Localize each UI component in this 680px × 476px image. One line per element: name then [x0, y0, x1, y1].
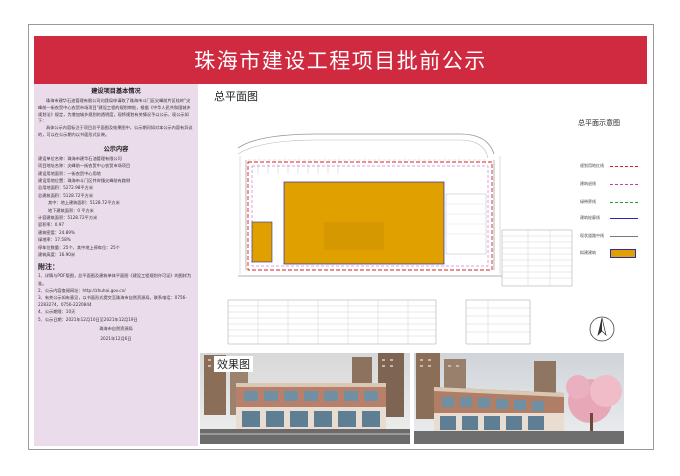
field-list: 建设单位名称：珠海市建华石油管理有限公司 项目地址名称：尖峰前一街农贸中心农贸市… — [34, 155, 198, 259]
field-item: 建设单位名称：珠海市建华石油管理有限公司 — [38, 155, 122, 161]
north-arrow-icon — [588, 315, 616, 347]
field-item: 绿地率：17.58% — [38, 237, 71, 243]
field-item: 项目地址名称：尖峰前一街农贸中心农贸市场项目 — [38, 163, 131, 169]
siteplan-title: 总平面图 — [214, 90, 258, 103]
legend-item: 建筑轮廓线 — [580, 212, 644, 224]
legend-swatch — [610, 217, 638, 219]
field-item: 容积率：0.97 — [38, 222, 65, 228]
field-item: 建筑高度：16.90米 — [38, 252, 76, 258]
field-item: 其中：地上建筑面积：5128.72平方米 — [48, 200, 120, 206]
note-item: 2、公示内容查阅网址：http://zhuhai.gov.cn/ — [38, 287, 126, 293]
legend-label: 现状道路中线 — [580, 233, 604, 238]
legend-swatch — [610, 183, 638, 185]
field-item: 建设用地面积：一街农贸中心用地 — [38, 170, 101, 176]
title-banner: 珠海市建设工程项目批前公示 — [34, 36, 647, 84]
field-item: 计容建筑面积：5128.72平方米 — [38, 215, 98, 221]
note-item: 4、公示期限：10天 — [38, 309, 76, 315]
note-item: 5、公示日期：2021年12月10日至2021年12月19日 — [38, 316, 138, 322]
legend-item: 建筑退线 — [580, 178, 644, 190]
note-item: 1、详情与PDF版图，总平面图及建筑单体平面图《建设工程规划许可证》的图样为准。 — [38, 273, 192, 286]
legend-item: 现状道路中线 — [580, 230, 644, 242]
legend-label: 绿带界线 — [580, 199, 596, 204]
legend-label: 建筑轮廓线 — [580, 215, 600, 220]
field-item: 地下建筑面积：0 平方米 — [48, 207, 94, 213]
legend-title: 总平面示意图 — [578, 119, 620, 127]
field-item: 建设用地位置：珠海市斗门区井岸镇尖峰前有路侧 — [38, 178, 131, 183]
site-plan-drawing — [198, 104, 647, 348]
notes-heading: 附注： — [38, 263, 59, 272]
legend-item: 拟建建筑 — [580, 247, 644, 259]
render-image-2 — [414, 353, 624, 444]
basic-heading: 建设项目基本情况 — [91, 88, 141, 95]
notes-list: 1、详情与PDF版图，总平面图及建筑单体平面图《建设工程规划许可证》的图样为准。… — [34, 272, 198, 322]
legend-label: 拟建建筑 — [580, 250, 596, 255]
field-item: 停车位数量：25个，其中地上停车位：25个 — [38, 244, 120, 250]
basic-paragraph-1: 珠海市建华石油管理有限公司向我局申请取了珠海市斗门区尖峰前片区桂岭"尖峰前一街农… — [38, 98, 191, 124]
legend-swatch — [610, 235, 638, 237]
legend-swatch — [610, 248, 636, 258]
legend-item: 绿带界线 — [580, 196, 644, 208]
field-item: 总用地面积：5272.98平方米 — [38, 185, 94, 191]
legend-label: 规划用地红线 — [580, 163, 604, 168]
legend-swatch — [610, 201, 638, 203]
issuer: 珠海市自然资源局 — [99, 325, 133, 331]
site-plan-svg — [227, 133, 573, 345]
basic-paragraph-2: 具体公示内容标注于项目总平面图及效果图中，公示期间如对本公示内容有异议的，可以在… — [38, 125, 193, 137]
renders-title: 效果图 — [214, 356, 253, 372]
page-title: 珠海市建设工程项目批前公示 — [194, 49, 487, 73]
issue-date: 2021年12月6日 — [100, 335, 132, 341]
note-item: 3、有关公示如有意见，以书面形式提交至珠海市自然资源局，联系电话：0756-22… — [38, 295, 187, 308]
field-item: 总建筑面积：5128.72平方米 — [38, 192, 94, 198]
field-item: 建筑密度：24.89% — [38, 229, 75, 235]
legend-item: 规划用地红线 — [580, 160, 644, 172]
info-panel: 建设项目基本情况 珠海市建华石油管理有限公司向我局申请取了珠海市斗门区尖峰前片区… — [34, 84, 198, 446]
content-heading: 公示内容 — [103, 145, 129, 153]
legend-label: 建筑退线 — [580, 181, 596, 186]
legend-swatch — [610, 165, 638, 167]
